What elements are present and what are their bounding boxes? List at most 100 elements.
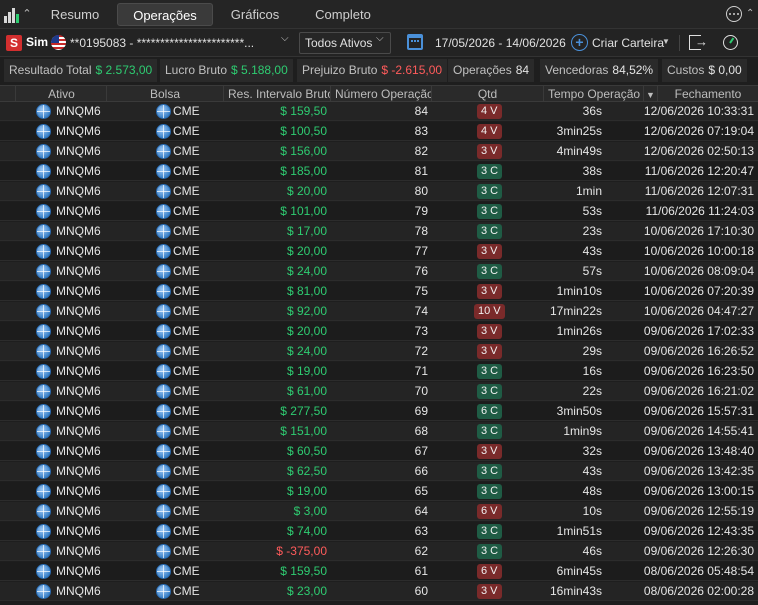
- cell-fechamento: 10/06/2026 07:20:39: [643, 284, 754, 298]
- table-row[interactable]: MNQM6 CME $ 92,00 74 10 V 17min22s 10/06/2026 …: [0, 302, 758, 321]
- plus-circle-icon[interactable]: +: [571, 34, 588, 51]
- globe-icon: [36, 324, 51, 339]
- account-selector-value[interactable]: **0195083 - ***********************...: [70, 36, 270, 50]
- stat-label: Lucro Bruto: [165, 63, 228, 77]
- tab-resumo[interactable]: Resumo: [40, 3, 110, 26]
- create-wallet-button[interactable]: Criar Carteira: [592, 36, 664, 50]
- cell-ativo: MNQM6: [56, 224, 101, 238]
- table-row[interactable]: MNQM6 CME $ 61,00 70 3 C 22s 09/06/2026 16:21:…: [0, 382, 758, 401]
- cell-tempo-operacao: 16s: [582, 364, 602, 378]
- cell-bolsa: CME: [173, 464, 200, 478]
- tab-operacoes[interactable]: Operações: [117, 3, 213, 26]
- cell-res-intervalo-bruto: $ 19,00: [286, 364, 327, 378]
- table-row[interactable]: MNQM6 CME $ 156,00 82 3 V 4min49s 12/06/2026 0…: [0, 142, 758, 161]
- globe-icon: [156, 324, 171, 339]
- more-icon[interactable]: [726, 6, 742, 22]
- chevron-up-icon[interactable]: ⌃: [20, 7, 34, 21]
- table-row[interactable]: MNQM6 CME $ 81,00 75 3 V 1min10s 10/06/2026 07…: [0, 282, 758, 301]
- globe-icon: [156, 564, 171, 579]
- globe-icon: [36, 584, 51, 599]
- column-header-fechamento[interactable]: Fechamento: [658, 86, 758, 102]
- stat-prejuizo-bruto: Prejuizo Bruto $ -2.615,00: [297, 59, 448, 82]
- table-row[interactable]: MNQM6 CME $ 100,50 83 4 V 3min25s 12/06/2026 0…: [0, 122, 758, 141]
- globe-icon: [156, 164, 171, 179]
- globe-icon: [36, 364, 51, 379]
- table-row[interactable]: MNQM6 CME $ 185,00 81 3 C 38s 11/06/2026 12:20…: [0, 162, 758, 181]
- timer-icon[interactable]: [723, 35, 738, 50]
- column-header-res-intervalo-bruto[interactable]: Res. Intervalo Bruto: [224, 86, 331, 102]
- cell-res-intervalo-bruto: $ 23,00: [286, 584, 327, 598]
- globe-icon: [156, 364, 171, 379]
- table-row[interactable]: MNQM6 CME $ 20,00 73 3 V 1min26s 09/06/2026 17…: [0, 322, 758, 341]
- table-row[interactable]: MNQM6 CME $ 17,00 78 3 C 23s 10/06/2026 17:10:…: [0, 222, 758, 241]
- table-row[interactable]: MNQM6 CME $ 159,50 84 4 V 36s 12/06/2026 10:33…: [0, 102, 758, 121]
- table-row[interactable]: MNQM6 CME $ 3,00 64 6 V 10s 09/06/2026 12:55:1…: [0, 502, 758, 521]
- column-header-numero-operacao[interactable]: Número Operação: [331, 86, 432, 102]
- table-header: Ativo Bolsa Res. Intervalo Bruto Número …: [0, 85, 758, 102]
- cell-numero-operacao: 79: [414, 204, 428, 218]
- table-row[interactable]: MNQM6 CME $ 23,00 60 3 V 16min43s 08/06/2026 0…: [0, 582, 758, 601]
- period-range[interactable]: 17/05/2026 - 14/06/2026: [435, 36, 566, 50]
- toolbar: S Sim **0195083 - **********************…: [0, 29, 758, 57]
- cell-ativo: MNQM6: [56, 504, 101, 518]
- column-header-ativo[interactable]: Ativo: [17, 86, 107, 102]
- cell-bolsa: CME: [173, 184, 200, 198]
- qtd-badge: 3 C: [477, 464, 503, 479]
- qtd-badge: 4 V: [477, 124, 502, 139]
- cell-res-intervalo-bruto: $ 24,00: [286, 344, 327, 358]
- cell-bolsa: CME: [173, 424, 200, 438]
- tab-graficos[interactable]: Gráficos: [218, 3, 292, 26]
- table-row[interactable]: MNQM6 CME $ 24,00 76 3 C 57s 10/06/2026 08:09:…: [0, 262, 758, 281]
- cell-bolsa: CME: [173, 404, 200, 418]
- cell-numero-operacao: 83: [414, 124, 428, 138]
- chevron-down-icon[interactable]: ⌵: [281, 33, 289, 44]
- cell-ativo: MNQM6: [56, 304, 101, 318]
- table-row[interactable]: MNQM6 CME $ 20,00 77 3 V 43s 10/06/2026 10:00:…: [0, 242, 758, 261]
- cell-ativo: MNQM6: [56, 404, 101, 418]
- cell-res-intervalo-bruto: $ 62,50: [286, 464, 327, 478]
- cell-ativo: MNQM6: [56, 384, 101, 398]
- qtd-badge: 3 C: [477, 184, 503, 199]
- column-header-qtd[interactable]: Qtd: [432, 86, 544, 102]
- table-row[interactable]: MNQM6 CME $ 101,00 79 3 C 53s 11/06/2026 11:24…: [0, 202, 758, 221]
- globe-icon: [156, 184, 171, 199]
- calendar-icon[interactable]: [407, 34, 423, 50]
- table-row[interactable]: MNQM6 CME $ -375,00 62 3 C 46s 09/06/2026 12:2…: [0, 542, 758, 561]
- cell-ativo: MNQM6: [56, 344, 101, 358]
- cell-bolsa: CME: [173, 224, 200, 238]
- table-row[interactable]: MNQM6 CME $ 62,50 66 3 C 43s 09/06/2026 13:42:…: [0, 462, 758, 481]
- table-row[interactable]: MNQM6 CME $ 20,00 80 3 C 1min 11/06/2026 12:07…: [0, 182, 758, 201]
- chevron-down-icon[interactable]: ⌵: [376, 33, 384, 44]
- chevron-up-icon[interactable]: ⌃: [746, 8, 754, 19]
- stat-label: Resultado Total: [9, 63, 92, 77]
- column-header-bolsa[interactable]: Bolsa: [107, 86, 224, 102]
- table-row[interactable]: MNQM6 CME $ 24,00 72 3 V 29s 09/06/2026 16:26:…: [0, 342, 758, 361]
- table-row[interactable]: MNQM6 CME $ 159,50 61 6 V 6min45s 08/06/2026 0…: [0, 562, 758, 581]
- qtd-badge: 3 C: [477, 264, 503, 279]
- cell-tempo-operacao: 1min10s: [556, 284, 602, 298]
- assets-filter-value[interactable]: Todos Ativos: [305, 36, 372, 50]
- cell-bolsa: CME: [173, 544, 200, 558]
- table-row[interactable]: MNQM6 CME $ 74,00 63 3 C 1min51s 09/06/2026 12…: [0, 522, 758, 541]
- stat-value: $ 2.573,00: [95, 63, 153, 77]
- tab-completo[interactable]: Completo: [300, 3, 386, 26]
- sort-desc-icon[interactable]: ▼: [644, 86, 658, 102]
- globe-icon: [36, 544, 51, 559]
- table-row[interactable]: MNQM6 CME $ 60,50 67 3 V 32s 09/06/2026 13:48:…: [0, 442, 758, 461]
- table-row[interactable]: MNQM6 CME $ 277,50 69 6 C 3min50s 09/06/2026 1…: [0, 402, 758, 421]
- us-flag-icon: [51, 35, 66, 50]
- table-row[interactable]: MNQM6 CME $ 151,00 68 3 C 1min9s 09/06/2026 14…: [0, 422, 758, 441]
- table-row[interactable]: MNQM6 CME $ 19,00 71 3 C 16s 09/06/2026 16:23:…: [0, 362, 758, 381]
- globe-icon: [36, 124, 51, 139]
- cell-fechamento: 09/06/2026 13:42:35: [643, 464, 754, 478]
- cell-res-intervalo-bruto: $ 100,50: [280, 124, 327, 138]
- cell-ativo: MNQM6: [56, 524, 101, 538]
- exit-arrow-icon[interactable]: →: [695, 34, 708, 49]
- cell-res-intervalo-bruto: $ 151,00: [280, 424, 327, 438]
- column-header-tempo-operacao[interactable]: Tempo Operação: [544, 86, 644, 102]
- cell-numero-operacao: 84: [414, 104, 428, 118]
- caret-down-icon[interactable]: ▼: [662, 37, 670, 46]
- table-row[interactable]: MNQM6 CME $ 19,00 65 3 C 48s 09/06/2026 13:00:…: [0, 482, 758, 501]
- globe-icon: [36, 244, 51, 259]
- bar-chart-icon[interactable]: [4, 5, 20, 23]
